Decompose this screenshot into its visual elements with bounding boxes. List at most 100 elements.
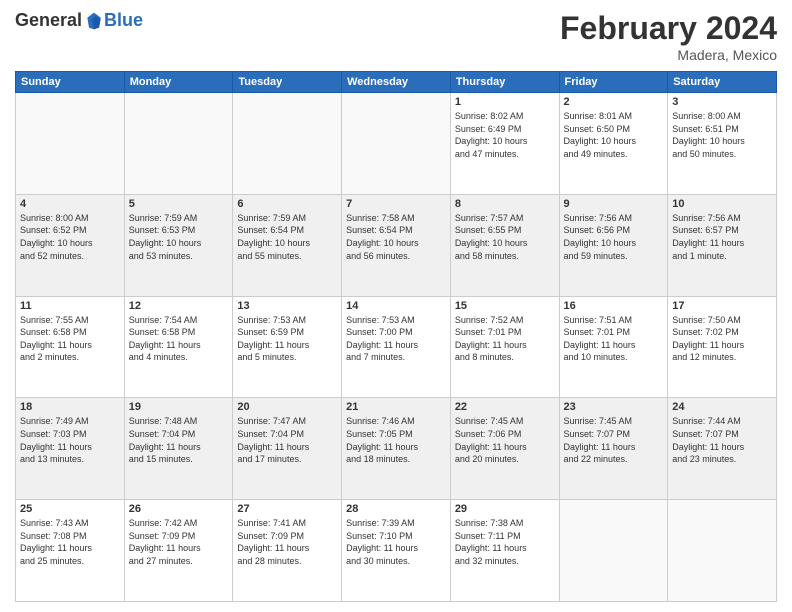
calendar-cell: 9 Sunrise: 7:56 AM Sunset: 6:56 PM Daylig…	[559, 194, 668, 296]
day-info: Sunrise: 7:45 AM Sunset: 7:06 PM Dayligh…	[455, 415, 555, 465]
calendar-cell: 27 Sunrise: 7:41 AM Sunset: 7:09 PM Dayli…	[233, 500, 342, 602]
week-row-4: 18 Sunrise: 7:49 AM Sunset: 7:03 PM Dayli…	[16, 398, 777, 500]
day-info: Sunrise: 7:55 AM Sunset: 6:58 PM Dayligh…	[20, 314, 120, 364]
day-header-wednesday: Wednesday	[342, 72, 451, 93]
day-info: Sunrise: 7:38 AM Sunset: 7:11 PM Dayligh…	[455, 517, 555, 567]
day-info: Sunrise: 8:02 AM Sunset: 6:49 PM Dayligh…	[455, 110, 555, 160]
day-number: 2	[564, 96, 664, 108]
day-number: 14	[346, 300, 446, 312]
calendar-cell: 2 Sunrise: 8:01 AM Sunset: 6:50 PM Daylig…	[559, 93, 668, 195]
calendar-cell: 23Sunrise: 7:45 AM Sunset: 7:07 PM Dayli…	[559, 398, 668, 500]
day-info: Sunrise: 7:59 AM Sunset: 6:54 PM Dayligh…	[237, 212, 337, 262]
logo-text: GeneralBlue	[15, 10, 143, 31]
calendar-cell: 5Sunrise: 7:59 AM Sunset: 6:53 PM Daylig…	[124, 194, 233, 296]
day-info: Sunrise: 7:42 AM Sunset: 7:09 PM Dayligh…	[129, 517, 229, 567]
day-info: Sunrise: 7:58 AM Sunset: 6:54 PM Dayligh…	[346, 212, 446, 262]
calendar-cell: 8 Sunrise: 7:57 AM Sunset: 6:55 PM Daylig…	[450, 194, 559, 296]
day-info: Sunrise: 7:56 AM Sunset: 6:57 PM Dayligh…	[672, 212, 772, 262]
calendar-cell	[342, 93, 451, 195]
day-number: 29	[455, 503, 555, 515]
calendar-cell: 1Sunrise: 8:02 AM Sunset: 6:49 PM Daylig…	[450, 93, 559, 195]
day-number: 22	[455, 401, 555, 413]
calendar-cell: 10 Sunrise: 7:56 AM Sunset: 6:57 PM Dayli…	[668, 194, 777, 296]
logo-general: General	[15, 10, 82, 31]
calendar-cell: 3Sunrise: 8:00 AM Sunset: 6:51 PM Daylig…	[668, 93, 777, 195]
header: GeneralBlue February 2024 Madera, Mexico	[15, 10, 777, 63]
day-number: 15	[455, 300, 555, 312]
calendar-cell: 20 Sunrise: 7:47 AM Sunset: 7:04 PM Dayli…	[233, 398, 342, 500]
day-info: Sunrise: 7:44 AM Sunset: 7:07 PM Dayligh…	[672, 415, 772, 465]
calendar-cell: 24 Sunrise: 7:44 AM Sunset: 7:07 PM Dayli…	[668, 398, 777, 500]
day-number: 26	[129, 503, 229, 515]
day-number: 16	[564, 300, 664, 312]
calendar-cell: 16 Sunrise: 7:51 AM Sunset: 7:01 PM Dayli…	[559, 296, 668, 398]
day-number: 18	[20, 401, 120, 413]
calendar-cell	[233, 93, 342, 195]
calendar-cell: 22 Sunrise: 7:45 AM Sunset: 7:06 PM Dayli…	[450, 398, 559, 500]
day-info: Sunrise: 7:49 AM Sunset: 7:03 PM Dayligh…	[20, 415, 120, 465]
day-header-friday: Friday	[559, 72, 668, 93]
title-block: February 2024 Madera, Mexico	[560, 10, 777, 63]
day-number: 20	[237, 401, 337, 413]
day-info: Sunrise: 7:47 AM Sunset: 7:04 PM Dayligh…	[237, 415, 337, 465]
logo-icon	[84, 11, 104, 31]
day-info: Sunrise: 7:51 AM Sunset: 7:01 PM Dayligh…	[564, 314, 664, 364]
calendar-table: SundayMondayTuesdayWednesdayThursdayFrid…	[15, 71, 777, 602]
calendar-cell: 26 Sunrise: 7:42 AM Sunset: 7:09 PM Dayli…	[124, 500, 233, 602]
calendar-header-row: SundayMondayTuesdayWednesdayThursdayFrid…	[16, 72, 777, 93]
calendar-cell: 21Sunrise: 7:46 AM Sunset: 7:05 PM Dayli…	[342, 398, 451, 500]
day-info: Sunrise: 7:54 AM Sunset: 6:58 PM Dayligh…	[129, 314, 229, 364]
day-info: Sunrise: 8:00 AM Sunset: 6:51 PM Dayligh…	[672, 110, 772, 160]
calendar-cell: 7 Sunrise: 7:58 AM Sunset: 6:54 PM Daylig…	[342, 194, 451, 296]
day-number: 28	[346, 503, 446, 515]
day-info: Sunrise: 7:56 AM Sunset: 6:56 PM Dayligh…	[564, 212, 664, 262]
calendar-cell: 14 Sunrise: 7:53 AM Sunset: 7:00 PM Dayli…	[342, 296, 451, 398]
day-info: Sunrise: 7:39 AM Sunset: 7:10 PM Dayligh…	[346, 517, 446, 567]
calendar-cell	[124, 93, 233, 195]
day-info: Sunrise: 7:53 AM Sunset: 7:00 PM Dayligh…	[346, 314, 446, 364]
day-header-saturday: Saturday	[668, 72, 777, 93]
day-info: Sunrise: 7:57 AM Sunset: 6:55 PM Dayligh…	[455, 212, 555, 262]
day-info: Sunrise: 7:50 AM Sunset: 7:02 PM Dayligh…	[672, 314, 772, 364]
day-header-monday: Monday	[124, 72, 233, 93]
calendar-cell: 6Sunrise: 7:59 AM Sunset: 6:54 PM Daylig…	[233, 194, 342, 296]
week-row-5: 25 Sunrise: 7:43 AM Sunset: 7:08 PM Dayli…	[16, 500, 777, 602]
day-number: 5	[129, 198, 229, 210]
day-info: Sunrise: 7:43 AM Sunset: 7:08 PM Dayligh…	[20, 517, 120, 567]
calendar-cell: 28 Sunrise: 7:39 AM Sunset: 7:10 PM Dayli…	[342, 500, 451, 602]
day-number: 19	[129, 401, 229, 413]
day-header-tuesday: Tuesday	[233, 72, 342, 93]
page: GeneralBlue February 2024 Madera, Mexico…	[0, 0, 792, 612]
calendar-cell: 25 Sunrise: 7:43 AM Sunset: 7:08 PM Dayli…	[16, 500, 125, 602]
day-info: Sunrise: 7:45 AM Sunset: 7:07 PM Dayligh…	[564, 415, 664, 465]
day-header-sunday: Sunday	[16, 72, 125, 93]
calendar-cell: 15 Sunrise: 7:52 AM Sunset: 7:01 PM Dayli…	[450, 296, 559, 398]
day-info: Sunrise: 7:53 AM Sunset: 6:59 PM Dayligh…	[237, 314, 337, 364]
day-number: 25	[20, 503, 120, 515]
calendar-cell: 17Sunrise: 7:50 AM Sunset: 7:02 PM Dayli…	[668, 296, 777, 398]
week-row-1: 1Sunrise: 8:02 AM Sunset: 6:49 PM Daylig…	[16, 93, 777, 195]
calendar-cell	[668, 500, 777, 602]
day-number: 7	[346, 198, 446, 210]
day-info: Sunrise: 7:48 AM Sunset: 7:04 PM Dayligh…	[129, 415, 229, 465]
logo: GeneralBlue	[15, 10, 143, 31]
day-number: 4	[20, 198, 120, 210]
day-info: Sunrise: 8:01 AM Sunset: 6:50 PM Dayligh…	[564, 110, 664, 160]
calendar-cell	[16, 93, 125, 195]
day-number: 9	[564, 198, 664, 210]
calendar-cell: 19 Sunrise: 7:48 AM Sunset: 7:04 PM Dayli…	[124, 398, 233, 500]
week-row-3: 11Sunrise: 7:55 AM Sunset: 6:58 PM Dayli…	[16, 296, 777, 398]
day-number: 8	[455, 198, 555, 210]
day-info: Sunrise: 7:46 AM Sunset: 7:05 PM Dayligh…	[346, 415, 446, 465]
day-info: Sunrise: 7:41 AM Sunset: 7:09 PM Dayligh…	[237, 517, 337, 567]
day-number: 10	[672, 198, 772, 210]
day-info: Sunrise: 7:52 AM Sunset: 7:01 PM Dayligh…	[455, 314, 555, 364]
calendar-cell: 29 Sunrise: 7:38 AM Sunset: 7:11 PM Dayli…	[450, 500, 559, 602]
day-number: 24	[672, 401, 772, 413]
day-number: 27	[237, 503, 337, 515]
week-row-2: 4 Sunrise: 8:00 AM Sunset: 6:52 PM Daylig…	[16, 194, 777, 296]
day-info: Sunrise: 8:00 AM Sunset: 6:52 PM Dayligh…	[20, 212, 120, 262]
day-header-thursday: Thursday	[450, 72, 559, 93]
calendar-cell: 4 Sunrise: 8:00 AM Sunset: 6:52 PM Daylig…	[16, 194, 125, 296]
calendar-cell: 12Sunrise: 7:54 AM Sunset: 6:58 PM Dayli…	[124, 296, 233, 398]
